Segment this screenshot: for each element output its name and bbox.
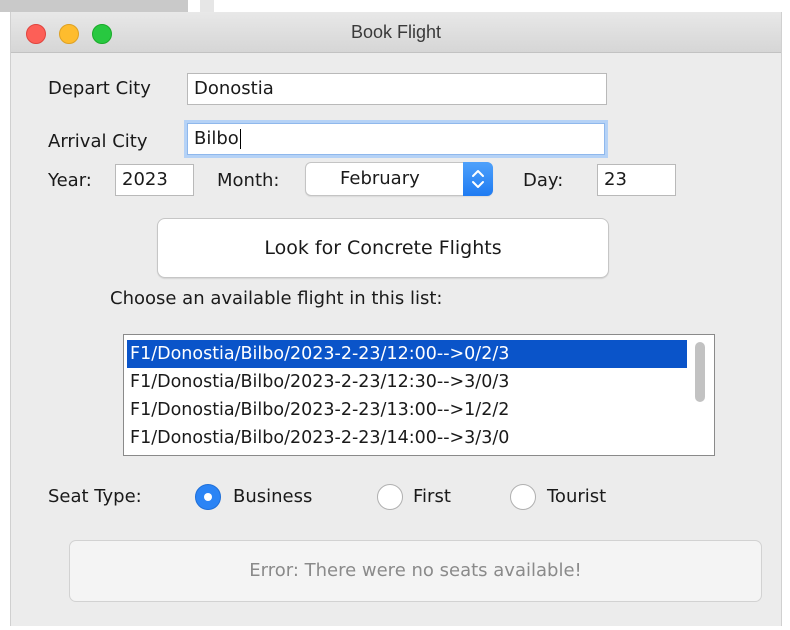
desktop-background — [0, 0, 790, 12]
radio-business-label[interactable]: Business — [233, 486, 312, 507]
depart-city-label: Depart City — [48, 78, 151, 99]
month-select[interactable]: February — [305, 162, 493, 196]
book-flight-window: Book Flight Depart City Donostia Arrival… — [10, 12, 782, 626]
month-select-value: February — [340, 168, 420, 189]
radio-first[interactable] — [377, 484, 403, 510]
list-prompt-label: Choose an available flight in this list: — [110, 288, 443, 309]
arrival-city-label: Arrival City — [48, 131, 148, 152]
chevron-updown-icon — [463, 162, 493, 196]
arrival-city-value: Bilbo — [194, 128, 239, 149]
flight-list-item[interactable]: F1/Donostia/Bilbo/2023-2-23/12:30-->3/0/… — [127, 368, 687, 396]
day-label: Day: — [523, 170, 564, 191]
title-bar[interactable]: Book Flight — [11, 12, 781, 53]
list-scrollbar-thumb[interactable] — [695, 342, 705, 402]
radio-tourist[interactable] — [510, 484, 536, 510]
radio-business[interactable] — [195, 484, 221, 510]
background-window-edge — [0, 0, 188, 12]
year-field[interactable]: 2023 — [115, 164, 194, 196]
radio-tourist-label[interactable]: Tourist — [547, 486, 606, 507]
look-for-flights-button[interactable]: Look for Concrete Flights — [157, 218, 609, 278]
depart-city-field[interactable]: Donostia — [187, 73, 607, 105]
month-label: Month: — [217, 170, 280, 191]
flight-list-item[interactable]: F1/Donostia/Bilbo/2023-2-23/14:00-->3/3/… — [127, 424, 687, 452]
status-message: Error: There were no seats available! — [69, 540, 762, 602]
seat-type-label: Seat Type: — [48, 486, 142, 507]
day-field[interactable]: 23 — [597, 164, 676, 196]
arrival-city-field[interactable]: Bilbo — [187, 123, 605, 155]
window-title: Book Flight — [350, 22, 442, 42]
background-window-edge — [200, 0, 214, 12]
radio-first-label[interactable]: First — [413, 486, 451, 507]
year-label: Year: — [48, 170, 92, 191]
text-caret — [239, 129, 241, 149]
flights-list[interactable]: F1/Donostia/Bilbo/2023-2-23/12:00-->0/2/… — [123, 334, 715, 456]
flight-list-item[interactable]: F1/Donostia/Bilbo/2023-2-23/13:00-->1/2/… — [127, 396, 687, 424]
flight-list-item[interactable]: F1/Donostia/Bilbo/2023-2-23/12:00-->0/2/… — [127, 340, 687, 368]
